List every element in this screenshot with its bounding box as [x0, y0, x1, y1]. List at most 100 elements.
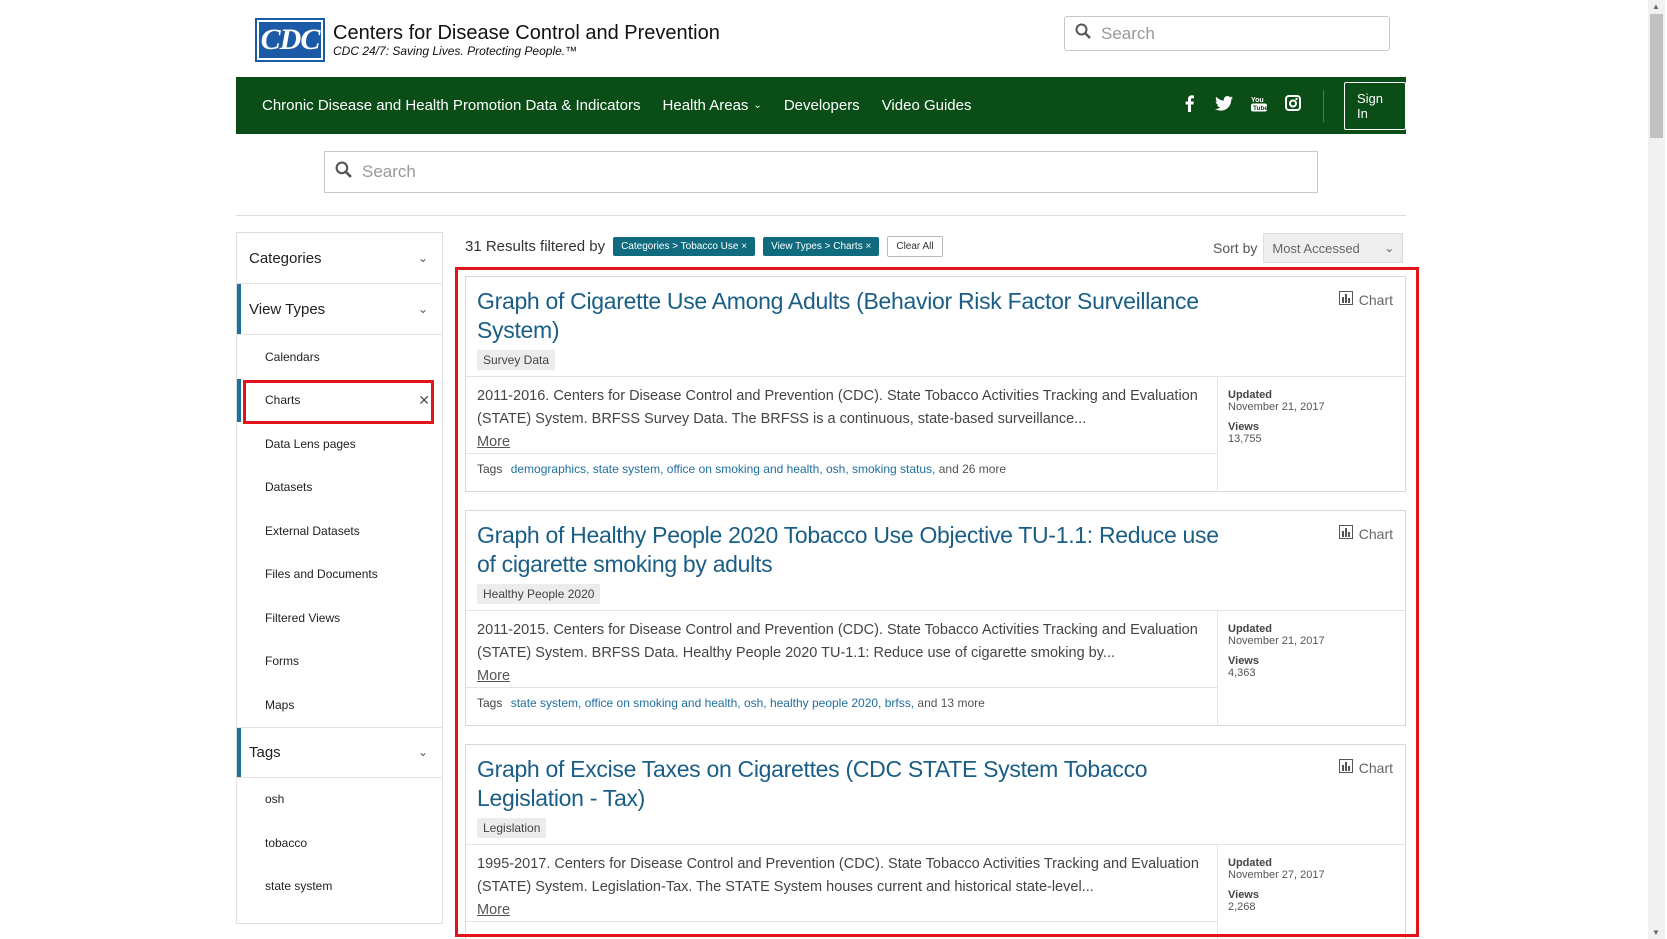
- updated-label: Updated: [1228, 623, 1272, 635]
- filter-section-tags[interactable]: Tags ⌄: [237, 726, 442, 778]
- youtube-icon[interactable]: You Tube: [1251, 95, 1268, 117]
- sign-in-button[interactable]: Sign In: [1343, 81, 1407, 130]
- view-type-item[interactable]: External Datasets: [237, 509, 442, 553]
- site-tagline: CDC 24/7: Saving Lives. Protecting Peopl…: [333, 44, 578, 58]
- views-count: 13,755: [1228, 433, 1262, 445]
- catalog-search-input[interactable]: [362, 162, 1317, 182]
- views-count: 2,268: [1228, 901, 1256, 913]
- chart-icon: [1338, 525, 1353, 542]
- results-count: 31 Results filtered by: [465, 238, 606, 255]
- chart-icon: [1338, 291, 1353, 308]
- close-icon[interactable]: ×: [866, 241, 872, 252]
- scroll-thumb[interactable]: [1650, 14, 1663, 138]
- close-icon[interactable]: ✕: [418, 392, 430, 409]
- updated-date: November 21, 2017: [1228, 635, 1325, 647]
- scroll-down-arrow-icon[interactable]: ▼: [1652, 928, 1660, 937]
- updated-label: Updated: [1228, 389, 1272, 401]
- twitter-icon[interactable]: [1215, 95, 1234, 116]
- filter-section-label: Categories: [249, 249, 322, 267]
- result-card: Graph of Excise Taxes on Cigarettes (CDC…: [465, 744, 1406, 939]
- view-type-item[interactable]: Files and Documents: [237, 553, 442, 597]
- view-type-item[interactable]: Forms: [237, 640, 442, 684]
- catalog-search[interactable]: [324, 151, 1318, 193]
- site-title: Centers for Disease Control and Preventi…: [333, 22, 720, 44]
- result-type: Chart: [1338, 525, 1393, 542]
- nav-chronic-disease[interactable]: Chronic Disease and Health Promotion Dat…: [262, 97, 641, 114]
- result-card: Graph of Healthy People 2020 Tobacco Use…: [465, 510, 1406, 726]
- nav-video-guides[interactable]: Video Guides: [882, 97, 972, 114]
- views-label: Views: [1228, 889, 1259, 901]
- tag-links[interactable]: demographics, state system, office on sm…: [511, 462, 936, 476]
- clear-all-button[interactable]: Clear All: [887, 236, 943, 257]
- filter-section-view-types[interactable]: View Types ⌄: [237, 284, 442, 335]
- tag-item[interactable]: state system: [237, 865, 442, 909]
- result-type-label: Chart: [1358, 291, 1393, 308]
- nav-health-areas[interactable]: Health Areas ⌄: [663, 97, 762, 114]
- view-type-item-selected[interactable]: Charts ✕: [237, 378, 442, 423]
- page-scrollbar[interactable]: ▲ ▼: [1648, 0, 1665, 939]
- svg-text:You: You: [1251, 97, 1264, 104]
- tags-label: Tags: [477, 462, 503, 476]
- facebook-icon[interactable]: [1181, 94, 1197, 117]
- header-search-input[interactable]: [1101, 23, 1389, 44]
- view-type-item[interactable]: Maps: [237, 683, 442, 727]
- result-tags: Tags state system, office on smoking and…: [466, 688, 1217, 718]
- category-badge[interactable]: Healthy People 2020: [477, 584, 601, 604]
- sort-select[interactable]: Most Accessed ⌄: [1263, 233, 1404, 263]
- more-link[interactable]: More: [477, 434, 510, 450]
- search-icon: [335, 161, 352, 183]
- view-type-label: Charts: [265, 393, 301, 408]
- filter-chip-view-type[interactable]: View Types > Charts ×: [763, 237, 880, 256]
- result-type-label: Chart: [1358, 525, 1393, 542]
- category-badge[interactable]: Legislation: [477, 818, 547, 838]
- chip-label: Categories > Tobacco Use: [621, 241, 739, 252]
- social-links: You Tube Sign In: [1181, 77, 1407, 134]
- tags-label: Tags: [477, 696, 503, 710]
- sort-control: Sort by Most Accessed ⌄: [1213, 233, 1404, 263]
- result-meta: Updated November 21, 2017 Views 4,363: [1218, 611, 1335, 726]
- tag-links[interactable]: state system, office on smoking and heal…: [511, 696, 914, 710]
- tag-item[interactable]: osh: [237, 778, 442, 822]
- filter-section-label: Tags: [249, 743, 281, 761]
- filter-sidebar: Categories ⌄ View Types ⌄ Calendars Char…: [236, 232, 443, 924]
- result-description: 2011-2016. Centers for Disease Control a…: [477, 388, 1198, 427]
- tag-item[interactable]: tobacco: [237, 821, 442, 865]
- nav-developers[interactable]: Developers: [784, 97, 860, 114]
- result-title-link[interactable]: Graph of Cigarette Use Among Adults (Beh…: [477, 287, 1237, 345]
- cdc-brand[interactable]: CDC Centers for Disease Control and Prev…: [255, 18, 720, 62]
- instagram-icon[interactable]: [1285, 95, 1302, 116]
- result-meta: Updated November 27, 2017 Views 2,268: [1218, 845, 1335, 939]
- main-navbar: Chronic Disease and Health Promotion Dat…: [236, 77, 1407, 134]
- chevron-down-icon: ⌄: [417, 302, 428, 316]
- tags-more[interactable]: and 26 more: [939, 462, 1006, 476]
- tags-more[interactable]: and 13 more: [917, 696, 984, 710]
- filter-chip-category[interactable]: Categories > Tobacco Use ×: [613, 237, 756, 256]
- page-root: CDC Centers for Disease Control and Prev…: [0, 0, 1667, 939]
- result-card: Graph of Cigarette Use Among Adults (Beh…: [465, 276, 1406, 492]
- more-link[interactable]: More: [477, 668, 510, 684]
- view-type-item[interactable]: Datasets: [237, 466, 442, 510]
- svg-text:Tube: Tube: [1253, 105, 1267, 112]
- filter-section-label: View Types: [249, 300, 326, 318]
- header-search[interactable]: [1064, 16, 1390, 51]
- result-title-link[interactable]: Graph of Excise Taxes on Cigarettes (CDC…: [477, 755, 1237, 813]
- updated-date: November 21, 2017: [1228, 401, 1325, 413]
- result-meta: Updated November 21, 2017 Views 13,755: [1218, 377, 1335, 492]
- search-icon: [1075, 23, 1091, 44]
- scroll-up-arrow-icon[interactable]: ▲: [1652, 2, 1660, 11]
- view-type-item[interactable]: Calendars: [237, 335, 442, 379]
- chip-label: View Types > Charts: [771, 241, 863, 252]
- cdc-logo: CDC: [255, 18, 325, 62]
- view-type-item[interactable]: Filtered Views: [237, 596, 442, 640]
- result-type-label: Chart: [1358, 759, 1393, 776]
- result-description: 1995-2017. Centers for Disease Control a…: [477, 856, 1199, 895]
- view-type-item[interactable]: Data Lens pages: [237, 422, 442, 466]
- category-badge[interactable]: Survey Data: [477, 350, 556, 370]
- sort-value: Most Accessed: [1272, 240, 1360, 256]
- result-title-link[interactable]: Graph of Healthy People 2020 Tobacco Use…: [477, 521, 1237, 579]
- filter-section-categories[interactable]: Categories ⌄: [237, 233, 442, 284]
- updated-label: Updated: [1228, 857, 1272, 869]
- more-link[interactable]: More: [477, 902, 510, 918]
- close-icon[interactable]: ×: [741, 241, 747, 252]
- result-tags: Tags demographics, state system, office …: [466, 454, 1217, 484]
